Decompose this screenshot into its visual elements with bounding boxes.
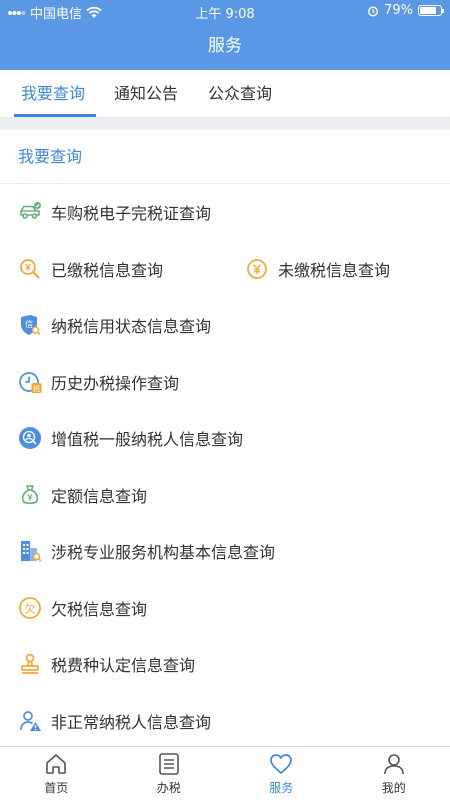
item-tax-service-agency[interactable]: 涉税专业服务机构基本信息查询: [0, 523, 275, 580]
heart-icon: [270, 754, 293, 774]
item-label: 税费种认定信息查询: [51, 656, 196, 676]
query-list: 车购税电子完税证查询 已缴税信息查询 未缴税信息查询 信 纳税信用状态信息查询 …: [0, 184, 450, 749]
battery-level: [420, 7, 436, 14]
list-row: 信 纳税信用状态信息查询: [0, 297, 450, 354]
tab-notices[interactable]: 通知公告: [114, 70, 178, 118]
tab-tax[interactable]: 办税: [113, 747, 226, 800]
tab-public-query[interactable]: 公众查询: [208, 70, 272, 118]
svg-text:信: 信: [25, 319, 33, 329]
alarm-icon: [368, 5, 379, 17]
item-label: 历史办税操作查询: [51, 373, 180, 393]
car-icon: [20, 202, 41, 220]
person-warning-icon: [20, 710, 41, 731]
tab-service-label: 服务: [269, 781, 294, 795]
home-icon: [46, 754, 67, 774]
tab-my-query[interactable]: 我要查询: [21, 70, 85, 118]
section-title: 我要查询: [0, 130, 450, 184]
list-row: 欠 欠税信息查询: [0, 580, 450, 637]
person-search-icon: [19, 427, 41, 450]
item-label: 欠税信息查询: [51, 599, 148, 619]
bottom-tab-bar: 首页 办税 服务 我的: [0, 746, 450, 800]
section-divider: [0, 118, 450, 130]
owe-icon: 欠: [19, 596, 41, 619]
page-title: 服务: [0, 22, 450, 70]
item-unpaid-tax[interactable]: 未缴税信息查询: [225, 241, 450, 298]
list-row: 非正常纳税人信息查询: [0, 693, 450, 750]
yen-search-icon: [20, 258, 40, 279]
battery-percent: 79%: [384, 3, 413, 18]
item-label: 涉税专业服务机构基本信息查询: [51, 543, 276, 563]
svg-text:欠: 欠: [25, 601, 36, 615]
svg-text:税: 税: [33, 384, 40, 393]
list-row: 税费种认定信息查询: [0, 636, 450, 693]
list-icon: [158, 753, 179, 775]
item-abnormal-taxpayer[interactable]: 非正常纳税人信息查询: [0, 693, 211, 750]
status-bar: 中国电信 上午 9:08 79%: [0, 0, 450, 22]
item-label: 车购税电子完税证查询: [51, 204, 212, 224]
item-label: 纳税信用状态信息查询: [51, 317, 212, 337]
tab-tax-label: 办税: [156, 781, 181, 795]
battery-icon: [418, 5, 444, 16]
clock-tax-icon: 税: [19, 371, 42, 393]
stamp-icon: [21, 653, 39, 675]
tab-home-label: 首页: [44, 781, 69, 795]
item-label: 已缴税信息查询: [51, 260, 164, 280]
building-icon: [21, 541, 42, 562]
item-label: 未缴税信息查询: [278, 260, 391, 280]
active-tab-indicator: [14, 114, 96, 117]
tab-mine-label: 我的: [381, 781, 406, 795]
item-label: 非正常纳税人信息查询: [51, 712, 212, 732]
item-label: 定额信息查询: [51, 486, 148, 506]
list-row: 涉税专业服务机构基本信息查询: [0, 523, 450, 580]
item-quota-info[interactable]: 定额信息查询: [0, 467, 147, 524]
yen-coin-icon: [247, 258, 267, 279]
list-row: 车购税电子完税证查询: [0, 184, 450, 241]
list-row: 定额信息查询: [0, 467, 450, 524]
item-vehicle-tax-certificate[interactable]: 车购税电子完税证查询: [0, 184, 211, 241]
list-row: 已缴税信息查询 未缴税信息查询: [0, 241, 450, 298]
user-icon: [383, 754, 404, 775]
item-tax-credit-status[interactable]: 信 纳税信用状态信息查询: [0, 297, 211, 354]
tab-service[interactable]: 服务: [225, 747, 338, 800]
list-row: 税 历史办税操作查询: [0, 354, 450, 411]
tab-bar-top: 我要查询 通知公告 公众查询: [0, 70, 450, 118]
item-vat-taxpayer[interactable]: 增值税一般纳税人信息查询: [0, 410, 243, 467]
item-tax-type-determination[interactable]: 税费种认定信息查询: [0, 636, 195, 693]
item-tax-arrears[interactable]: 欠 欠税信息查询: [0, 580, 147, 637]
tab-home[interactable]: 首页: [0, 747, 113, 800]
status-right: 79%: [367, 3, 444, 18]
item-label: 增值税一般纳税人信息查询: [51, 430, 244, 450]
money-bag-icon: [21, 485, 39, 504]
tab-mine[interactable]: 我的: [338, 747, 450, 800]
list-row: 增值税一般纳税人信息查询: [0, 410, 450, 467]
item-tax-history[interactable]: 税 历史办税操作查询: [0, 354, 179, 411]
credit-shield-icon: 信: [21, 315, 41, 336]
item-paid-tax[interactable]: 已缴税信息查询: [0, 241, 225, 298]
